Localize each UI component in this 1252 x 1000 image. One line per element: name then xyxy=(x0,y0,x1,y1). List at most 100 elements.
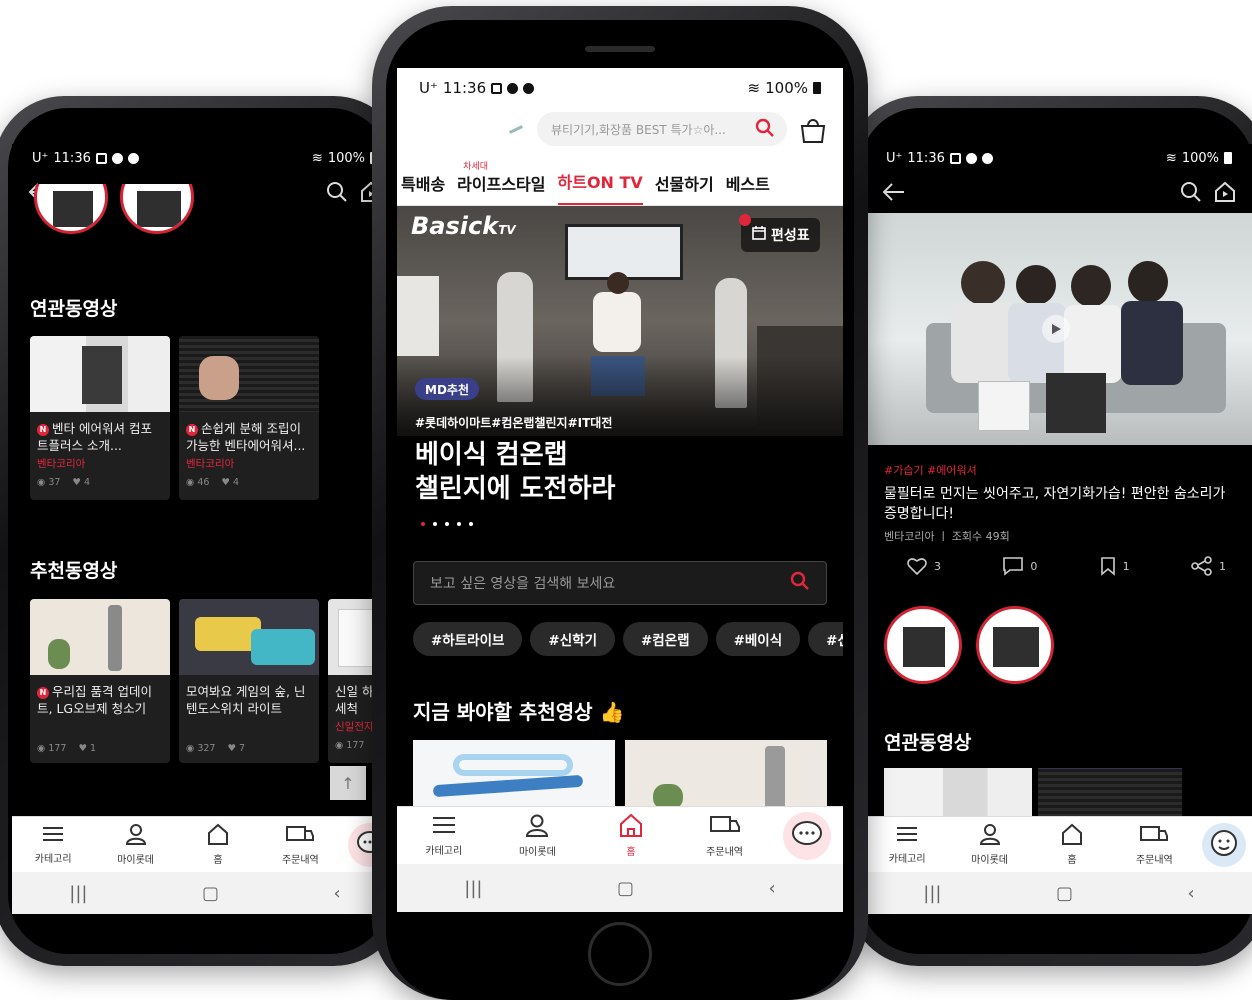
tab-category[interactable]: 카테고리 xyxy=(872,824,942,865)
tab-my-lotte[interactable]: 마이롯데 xyxy=(955,823,1025,866)
earpiece xyxy=(585,46,655,52)
calendar-icon xyxy=(751,225,767,245)
video-tags: #가습기 #에어워셔 xyxy=(884,464,977,477)
tab-home[interactable]: 홈 xyxy=(183,823,253,866)
video-thumbnail[interactable] xyxy=(884,768,1032,818)
video-thumbnail[interactable] xyxy=(1038,768,1182,818)
product-circle-thumb[interactable] xyxy=(884,606,962,684)
tab-category[interactable]: 카테고리 xyxy=(409,814,479,857)
bottom-tab-bar: 카테고리 마이롯데 홈 주문내역 xyxy=(866,816,1252,872)
home-circle-icon[interactable]: ▢ xyxy=(1056,883,1073,904)
comment-action[interactable]: 0 xyxy=(1002,556,1037,576)
carrier: U⁺ xyxy=(32,150,49,166)
tab-label: 마이롯데 xyxy=(117,855,154,866)
like-count: 3 xyxy=(934,559,941,573)
video-card[interactable]: 모여봐요 게임의 숲, 닌텐도스위치 라이트 ◉ 327 ♥ 7 xyxy=(179,599,319,763)
home-circle-icon[interactable]: ▢ xyxy=(202,883,219,904)
share-count: 1 xyxy=(1218,559,1226,573)
bookmark-icon xyxy=(1100,557,1115,576)
recents-icon[interactable]: ||| xyxy=(69,883,87,904)
home-icon xyxy=(618,813,644,840)
back-chevron-icon[interactable]: ‹ xyxy=(769,878,776,899)
tab-category[interactable]: 카테고리 xyxy=(18,824,88,865)
tab-home[interactable]: 홈 xyxy=(1037,823,1107,866)
n-badge-icon: N xyxy=(186,424,198,436)
play-icon[interactable] xyxy=(1042,315,1070,343)
menu-icon xyxy=(41,824,65,847)
tab-label: 홈 xyxy=(1067,855,1077,866)
related-videos-heading: 연관동영상 xyxy=(884,732,972,754)
schedule-button[interactable]: 편성표 xyxy=(741,218,820,252)
video-meta: 벤타코리아 ㅣ 조회수 49회 xyxy=(884,530,1010,543)
bookmark-count: 1 xyxy=(1122,559,1130,573)
back-arrow-icon[interactable] xyxy=(882,182,906,202)
search-icon[interactable] xyxy=(326,181,348,203)
back-chevron-icon[interactable]: ‹ xyxy=(334,883,341,904)
chatbot-button[interactable] xyxy=(783,811,832,860)
tab-orders[interactable]: 주문내역 xyxy=(265,823,335,866)
battery-icon xyxy=(813,82,821,94)
play-home-icon[interactable] xyxy=(1214,181,1236,203)
video-card[interactable]: N 우리집 품격 업데이트, LG오브제 청소기 ◉ 177 ♥ 1 xyxy=(30,599,170,763)
recents-icon[interactable]: ||| xyxy=(923,883,941,904)
tab-delivery[interactable]: 특배송 xyxy=(401,171,445,205)
carousel-dots[interactable] xyxy=(421,522,473,526)
tab-label: 주문내역 xyxy=(1135,855,1173,866)
tab-best[interactable]: 베스트 xyxy=(726,171,770,205)
hashtag-chip[interactable]: #신학기 xyxy=(530,622,615,656)
product-circle-thumb[interactable] xyxy=(120,184,194,236)
tab-superscript: 차세대 xyxy=(463,162,489,172)
chatbot-button[interactable] xyxy=(1201,822,1246,867)
tab-lifestyle[interactable]: 차세대 라이프스타일 xyxy=(457,162,545,205)
view-count: 177 xyxy=(346,740,365,751)
shopping-bag-icon[interactable] xyxy=(799,116,827,148)
video-thumbnail[interactable] xyxy=(625,740,827,810)
bookmark-action[interactable]: 1 xyxy=(1099,556,1130,576)
eye-icon: ◉ xyxy=(186,477,195,488)
product-circle-thumb[interactable] xyxy=(976,606,1054,684)
tab-label: 주문내역 xyxy=(281,855,319,866)
tab-gifts[interactable]: 선물하기 xyxy=(655,171,714,205)
recommended-videos-heading: 추천동영상 xyxy=(30,560,118,582)
video-player[interactable] xyxy=(866,213,1252,445)
hashtag-chip[interactable]: #하트라이브 xyxy=(413,622,523,656)
tab-orders[interactable]: 주문내역 xyxy=(690,813,760,858)
physical-home-button[interactable] xyxy=(588,922,652,986)
status-bar: U⁺ 11:36 ≋ 100% xyxy=(12,144,398,172)
home-circle-icon[interactable]: ▢ xyxy=(617,878,634,899)
scroll-top-button[interactable]: ↑ xyxy=(330,766,366,800)
battery-level: 100% xyxy=(1181,150,1219,166)
like-count: 7 xyxy=(239,743,246,754)
system-nav-bar: ||| ▢ ‹ xyxy=(12,872,398,914)
view-count: 46 xyxy=(197,477,210,488)
tab-orders[interactable]: 주문내역 xyxy=(1119,823,1189,866)
tab-my-lotte[interactable]: 마이롯데 xyxy=(101,823,171,866)
like-count: 4 xyxy=(232,477,240,488)
search-bar[interactable]: 뷰티기기,화장품 BEST 특가☆아... xyxy=(537,112,787,146)
tab-label: 카테고리 xyxy=(425,846,463,857)
search-icon[interactable] xyxy=(755,118,775,141)
tab-heart-on-tv[interactable]: 하트ON TV xyxy=(557,169,643,205)
video-card[interactable]: N 벤타 에어워셔 컴포트플러스 소개... 벤타코리아 ◉ 37 ♥ 4 xyxy=(30,336,170,500)
back-chevron-icon[interactable]: ‹ xyxy=(1188,883,1195,904)
search-icon[interactable] xyxy=(790,571,810,595)
system-nav-bar: ||| ▢ ‹ xyxy=(397,864,843,912)
tab-home[interactable]: 홈 xyxy=(596,813,666,858)
gallery-icon xyxy=(491,82,503,94)
hashtag-chip[interactable]: #신 xyxy=(808,622,843,656)
tab-my-lotte[interactable]: 마이롯데 xyxy=(502,813,572,858)
search-icon[interactable] xyxy=(1180,181,1202,203)
like-action[interactable]: 3 xyxy=(906,556,941,576)
video-thumbnail xyxy=(179,599,319,675)
recents-icon[interactable]: ||| xyxy=(464,878,482,899)
video-thumbnail[interactable] xyxy=(413,740,615,810)
tab-label: 주문내역 xyxy=(706,847,743,858)
hero-banner[interactable]: BasickTV 편성표 MD추천 #롯데하이마트#컴온랩챌린지#IT대전 베이… xyxy=(397,206,843,606)
share-action[interactable]: 1 xyxy=(1191,556,1226,576)
hashtag-chip[interactable]: #베이식 xyxy=(715,622,801,656)
home-icon xyxy=(206,823,230,848)
hashtag-chip[interactable]: #컴온랩 xyxy=(623,622,708,656)
product-circle-thumb[interactable] xyxy=(34,184,108,236)
video-search-input[interactable]: 보고 싶은 영상을 검색해 보세요 xyxy=(413,561,827,605)
video-card[interactable]: N 손쉽게 분해 조립이 가능한 벤타에어워셔... 벤타코리아 ◉ 46 ♥ 4 xyxy=(179,336,319,500)
